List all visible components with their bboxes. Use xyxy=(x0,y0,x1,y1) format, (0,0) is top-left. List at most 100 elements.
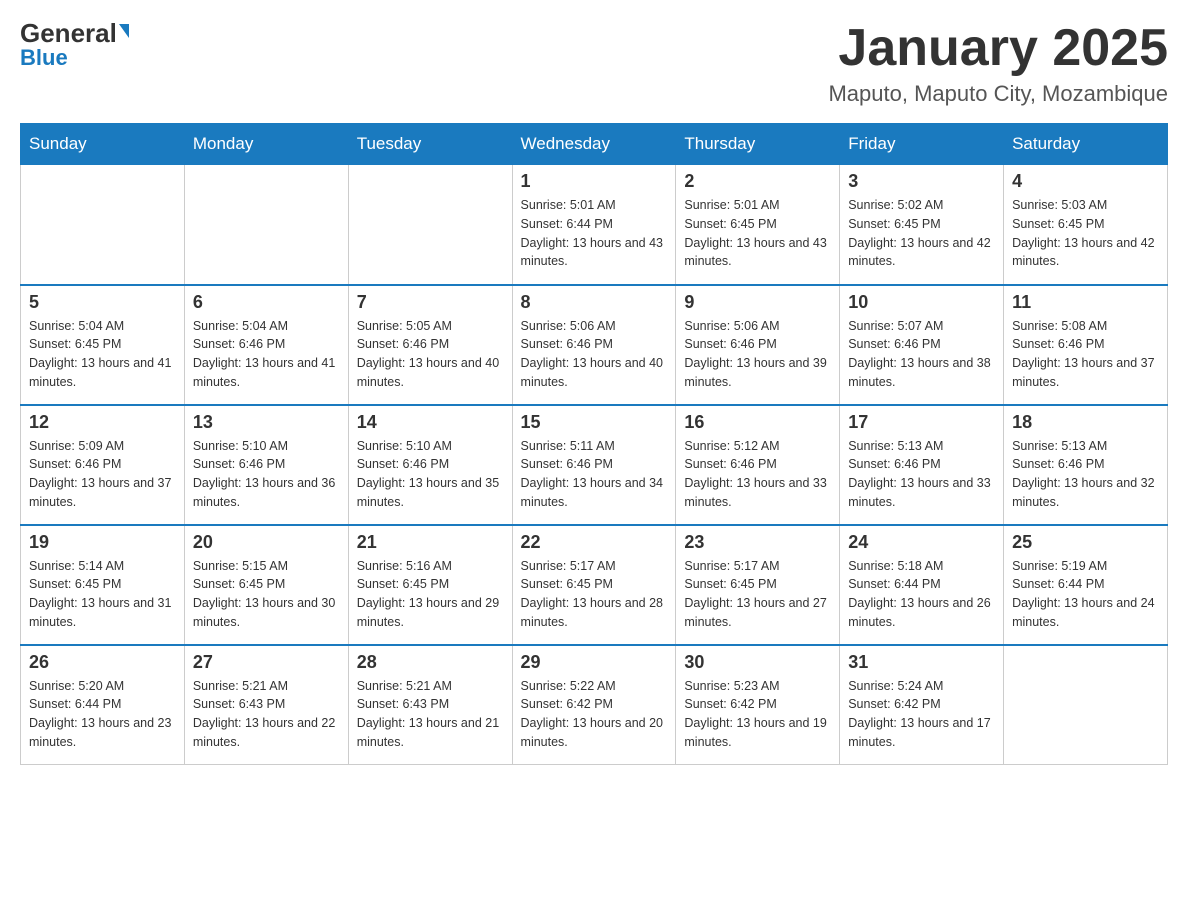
day-number: 25 xyxy=(1012,532,1159,553)
calendar-cell: 15 Sunrise: 5:11 AMSunset: 6:46 PMDayligh… xyxy=(512,405,676,525)
calendar-cell: 4 Sunrise: 5:03 AMSunset: 6:45 PMDaylight… xyxy=(1004,165,1168,285)
day-info: Sunrise: 5:01 AMSunset: 6:44 PMDaylight:… xyxy=(521,196,668,271)
day-info: Sunrise: 5:20 AMSunset: 6:44 PMDaylight:… xyxy=(29,677,176,752)
day-info: Sunrise: 5:07 AMSunset: 6:46 PMDaylight:… xyxy=(848,317,995,392)
calendar-cell: 27Sunrise: 5:21 AMSunset: 6:43 PMDayligh… xyxy=(184,645,348,765)
day-number: 22 xyxy=(521,532,668,553)
calendar-cell: 13 Sunrise: 5:10 AMSunset: 6:46 PMDayligh… xyxy=(184,405,348,525)
day-info: Sunrise: 5:13 AMSunset: 6:46 PMDaylight:… xyxy=(1012,437,1159,512)
day-number: 7 xyxy=(357,292,504,313)
day-number: 28 xyxy=(357,652,504,673)
day-number: 26 xyxy=(29,652,176,673)
day-info: Sunrise: 5:05 AMSunset: 6:46 PMDaylight:… xyxy=(357,317,504,392)
day-header-wednesday: Wednesday xyxy=(512,124,676,165)
day-number: 17 xyxy=(848,412,995,433)
day-number: 21 xyxy=(357,532,504,553)
day-header-sunday: Sunday xyxy=(21,124,185,165)
calendar-cell: 21 Sunrise: 5:16 AMSunset: 6:45 PMDayligh… xyxy=(348,525,512,645)
calendar-cell: 22 Sunrise: 5:17 AMSunset: 6:45 PMDayligh… xyxy=(512,525,676,645)
day-info: Sunrise: 5:16 AMSunset: 6:45 PMDaylight:… xyxy=(357,557,504,632)
calendar-cell: 5 Sunrise: 5:04 AMSunset: 6:45 PMDaylight… xyxy=(21,285,185,405)
day-info: Sunrise: 5:02 AMSunset: 6:45 PMDaylight:… xyxy=(848,196,995,271)
day-info: Sunrise: 5:06 AMSunset: 6:46 PMDaylight:… xyxy=(684,317,831,392)
day-info: Sunrise: 5:17 AMSunset: 6:45 PMDaylight:… xyxy=(684,557,831,632)
day-number: 24 xyxy=(848,532,995,553)
calendar-cell: 29 Sunrise: 5:22 AMSunset: 6:42 PMDayligh… xyxy=(512,645,676,765)
day-info: Sunrise: 5:13 AMSunset: 6:46 PMDaylight:… xyxy=(848,437,995,512)
day-info: Sunrise: 5:21 AMSunset: 6:43 PMDaylight:… xyxy=(193,677,340,752)
day-number: 10 xyxy=(848,292,995,313)
day-number: 12 xyxy=(29,412,176,433)
calendar-subtitle: Maputo, Maputo City, Mozambique xyxy=(828,81,1168,107)
day-number: 5 xyxy=(29,292,176,313)
day-info: Sunrise: 5:12 AMSunset: 6:46 PMDaylight:… xyxy=(684,437,831,512)
title-area: January 2025 Maputo, Maputo City, Mozamb… xyxy=(828,20,1168,107)
day-number: 6 xyxy=(193,292,340,313)
calendar-cell: 12Sunrise: 5:09 AMSunset: 6:46 PMDayligh… xyxy=(21,405,185,525)
calendar-cell xyxy=(184,165,348,285)
day-number: 9 xyxy=(684,292,831,313)
day-number: 15 xyxy=(521,412,668,433)
calendar-cell xyxy=(348,165,512,285)
day-info: Sunrise: 5:06 AMSunset: 6:46 PMDaylight:… xyxy=(521,317,668,392)
day-info: Sunrise: 5:23 AMSunset: 6:42 PMDaylight:… xyxy=(684,677,831,752)
calendar-cell: 25 Sunrise: 5:19 AMSunset: 6:44 PMDayligh… xyxy=(1004,525,1168,645)
day-info: Sunrise: 5:03 AMSunset: 6:45 PMDaylight:… xyxy=(1012,196,1159,271)
days-header-row: SundayMondayTuesdayWednesdayThursdayFrid… xyxy=(21,124,1168,165)
page-header: General Blue January 2025 Maputo, Maputo… xyxy=(20,20,1168,107)
logo-line2: Blue xyxy=(20,45,68,71)
calendar-title: January 2025 xyxy=(828,20,1168,77)
calendar-cell: 26 Sunrise: 5:20 AMSunset: 6:44 PMDayligh… xyxy=(21,645,185,765)
day-header-tuesday: Tuesday xyxy=(348,124,512,165)
week-row-1: 1 Sunrise: 5:01 AMSunset: 6:44 PMDaylight… xyxy=(21,165,1168,285)
day-info: Sunrise: 5:17 AMSunset: 6:45 PMDaylight:… xyxy=(521,557,668,632)
day-number: 23 xyxy=(684,532,831,553)
day-header-friday: Friday xyxy=(840,124,1004,165)
week-row-5: 26 Sunrise: 5:20 AMSunset: 6:44 PMDayligh… xyxy=(21,645,1168,765)
day-number: 31 xyxy=(848,652,995,673)
calendar-cell: 28 Sunrise: 5:21 AMSunset: 6:43 PMDayligh… xyxy=(348,645,512,765)
day-number: 14 xyxy=(357,412,504,433)
day-info: Sunrise: 5:15 AMSunset: 6:45 PMDaylight:… xyxy=(193,557,340,632)
calendar-cell: 8 Sunrise: 5:06 AMSunset: 6:46 PMDaylight… xyxy=(512,285,676,405)
day-info: Sunrise: 5:10 AMSunset: 6:46 PMDaylight:… xyxy=(357,437,504,512)
week-row-4: 19Sunrise: 5:14 AMSunset: 6:45 PMDayligh… xyxy=(21,525,1168,645)
calendar-cell: 1 Sunrise: 5:01 AMSunset: 6:44 PMDaylight… xyxy=(512,165,676,285)
day-info: Sunrise: 5:24 AMSunset: 6:42 PMDaylight:… xyxy=(848,677,995,752)
day-info: Sunrise: 5:14 AMSunset: 6:45 PMDaylight:… xyxy=(29,557,176,632)
day-number: 4 xyxy=(1012,171,1159,192)
day-number: 13 xyxy=(193,412,340,433)
week-row-2: 5 Sunrise: 5:04 AMSunset: 6:45 PMDaylight… xyxy=(21,285,1168,405)
calendar-cell: 7 Sunrise: 5:05 AMSunset: 6:46 PMDaylight… xyxy=(348,285,512,405)
day-number: 30 xyxy=(684,652,831,673)
day-number: 1 xyxy=(521,171,668,192)
calendar-cell xyxy=(1004,645,1168,765)
calendar-cell: 10 Sunrise: 5:07 AMSunset: 6:46 PMDayligh… xyxy=(840,285,1004,405)
day-info: Sunrise: 5:08 AMSunset: 6:46 PMDaylight:… xyxy=(1012,317,1159,392)
week-row-3: 12Sunrise: 5:09 AMSunset: 6:46 PMDayligh… xyxy=(21,405,1168,525)
calendar-cell: 9 Sunrise: 5:06 AMSunset: 6:46 PMDaylight… xyxy=(676,285,840,405)
day-number: 8 xyxy=(521,292,668,313)
day-info: Sunrise: 5:01 AMSunset: 6:45 PMDaylight:… xyxy=(684,196,831,271)
logo: General Blue xyxy=(20,20,129,71)
calendar-cell: 19Sunrise: 5:14 AMSunset: 6:45 PMDayligh… xyxy=(21,525,185,645)
day-header-thursday: Thursday xyxy=(676,124,840,165)
calendar-cell: 24Sunrise: 5:18 AMSunset: 6:44 PMDayligh… xyxy=(840,525,1004,645)
day-number: 20 xyxy=(193,532,340,553)
day-number: 29 xyxy=(521,652,668,673)
calendar-cell: 14 Sunrise: 5:10 AMSunset: 6:46 PMDayligh… xyxy=(348,405,512,525)
logo-line1: General xyxy=(20,20,129,47)
calendar-cell: 16Sunrise: 5:12 AMSunset: 6:46 PMDayligh… xyxy=(676,405,840,525)
day-header-saturday: Saturday xyxy=(1004,124,1168,165)
day-info: Sunrise: 5:11 AMSunset: 6:46 PMDaylight:… xyxy=(521,437,668,512)
day-number: 18 xyxy=(1012,412,1159,433)
day-info: Sunrise: 5:22 AMSunset: 6:42 PMDaylight:… xyxy=(521,677,668,752)
day-info: Sunrise: 5:21 AMSunset: 6:43 PMDaylight:… xyxy=(357,677,504,752)
day-info: Sunrise: 5:04 AMSunset: 6:45 PMDaylight:… xyxy=(29,317,176,392)
day-info: Sunrise: 5:10 AMSunset: 6:46 PMDaylight:… xyxy=(193,437,340,512)
calendar-cell: 18 Sunrise: 5:13 AMSunset: 6:46 PMDayligh… xyxy=(1004,405,1168,525)
day-header-monday: Monday xyxy=(184,124,348,165)
day-info: Sunrise: 5:19 AMSunset: 6:44 PMDaylight:… xyxy=(1012,557,1159,632)
calendar-cell: 2Sunrise: 5:01 AMSunset: 6:45 PMDaylight… xyxy=(676,165,840,285)
day-info: Sunrise: 5:04 AMSunset: 6:46 PMDaylight:… xyxy=(193,317,340,392)
